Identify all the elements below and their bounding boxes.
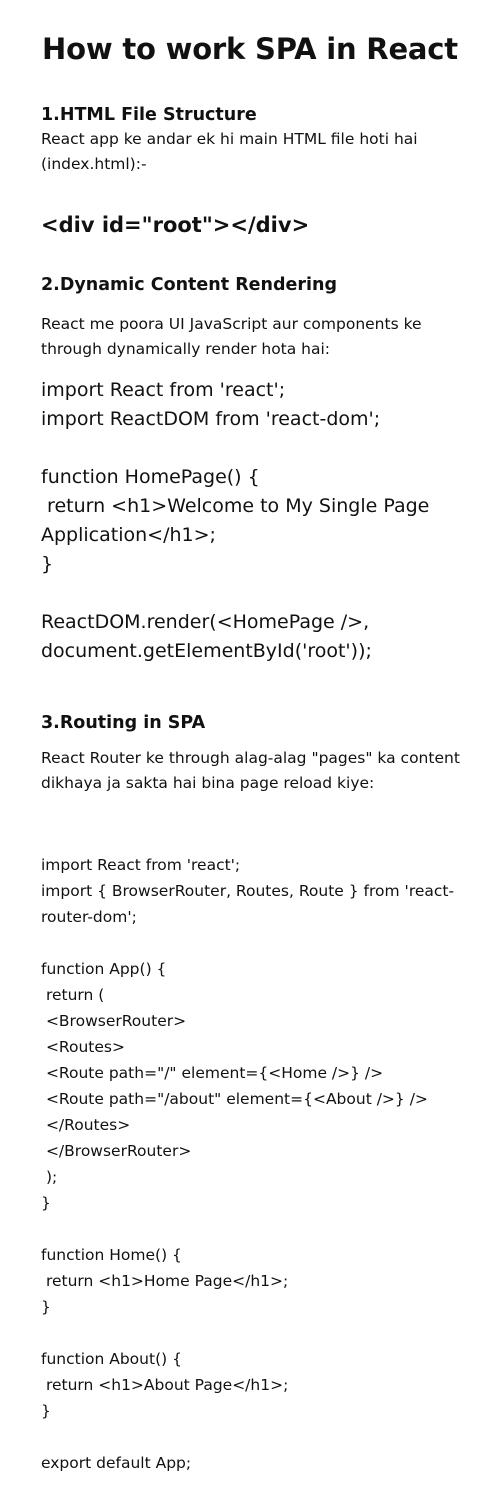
document-page: How to work SPA in React 1.HTML File Str…: [0, 0, 500, 1500]
section-description-html-file-structure: React app ke andar ek hi main HTML file …: [41, 130, 418, 173]
page-title: How to work SPA in React: [42, 32, 458, 67]
section-description-dynamic-content-rendering: React me poora UI JavaScript aur compone…: [41, 315, 422, 358]
code-block-dynamic-rendering: import React from 'react'; import ReactD…: [41, 379, 430, 662]
code-block-routing: import React from 'react'; import { Brow…: [41, 856, 455, 1472]
code-root-div: <div id="root"></div>: [41, 213, 310, 237]
section-heading-routing-in-spa: 3.Routing in SPA: [41, 713, 206, 733]
section-heading-dynamic-content-rendering: 2.Dynamic Content Rendering: [41, 275, 338, 295]
section-heading-html-file-structure: 1.HTML File Structure: [41, 105, 257, 125]
section-description-routing-in-spa: React Router ke through alag-alag "pages…: [41, 749, 460, 792]
